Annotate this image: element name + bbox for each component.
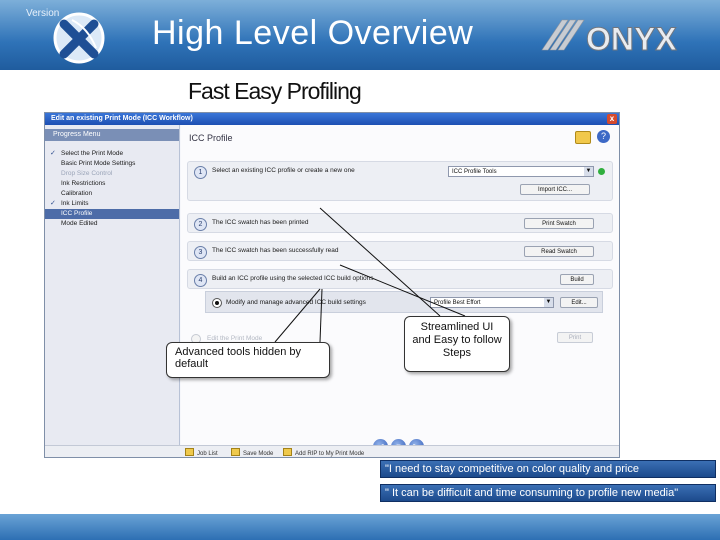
save-icon [231,448,240,456]
sidebar-item-drop-size[interactable]: Drop Size Control [45,169,179,179]
progress-menu-heading: Progress Menu [45,129,179,141]
callout-advanced-tools: Advanced tools hidden by default [166,342,330,378]
slide-title: High Level Overview [152,14,474,52]
callout-streamlined-ui: Streamlined UI and Easy to follow Steps [404,316,510,372]
slide-header: Version High Level Overview ONYX [0,0,720,70]
panel-title: ICC Profile [189,133,233,143]
sidebar-item-select-print-mode[interactable]: ✓ Select the Print Mode [45,149,179,159]
icc-profile-panel: ICC Profile ? 1 Select an existing ICC p… [181,125,619,457]
sidebar-item-icc-profile[interactable]: ICC Profile [45,209,179,219]
step-text: Build an ICC profile using the selected … [212,275,374,282]
step-number: 2 [194,218,207,231]
sidebar-item-calibration[interactable]: Calibration [45,189,179,199]
edit-mode-text: Edit the Print Mode [207,335,263,342]
help-icon[interactable]: ? [597,130,610,143]
import-icc-button[interactable]: Import ICC... [520,184,590,195]
build-button[interactable]: Build [560,274,594,285]
sidebar-item-basic-settings[interactable]: Basic Print Mode Settings [45,159,179,169]
advanced-settings-text: Modify and manage advanced ICC build set… [226,299,366,306]
sidebar-item-ink-restrictions[interactable]: Ink Restrictions [45,179,179,189]
edit-button[interactable]: Edit... [560,297,598,308]
onyx-logo: ONYX [541,19,678,58]
quote-bar-time-consuming: " It can be difficult and time consuming… [380,484,716,502]
app-window: Edit an existing Print Mode (ICC Workflo… [44,112,620,458]
advanced-radio[interactable] [212,298,222,308]
rip-icon [283,448,292,456]
quote-bar-competitive: "I need to stay competitive on color qua… [380,460,716,478]
step-number: 4 [194,274,207,287]
onyx-brand-text: ONYX [586,21,677,57]
window-title: Edit an existing Print Mode (ICC Workflo… [51,115,193,122]
progress-menu: Progress Menu ✓ Select the Print Mode Bas… [45,125,180,457]
check-icon: ✓ [50,200,56,207]
step-text: The ICC swatch has been successfully rea… [212,247,339,254]
chevron-down-icon: ▼ [544,298,553,307]
advanced-settings-row: Modify and manage advanced ICC build set… [205,291,603,313]
chevron-down-icon: ▼ [584,167,593,176]
build-option-dropdown[interactable]: Profile Best Effort ▼ [430,297,554,308]
save-mode-link[interactable]: Save Mode [231,448,273,457]
step-4: 4 Build an ICC profile using the selecte… [187,269,613,289]
close-icon[interactable]: x [607,114,617,124]
step-number: 1 [194,166,207,179]
step-2: 2 The ICC swatch has been printed Print … [187,213,613,233]
step-text: Select an existing ICC profile or create… [212,167,355,174]
sidebar-item-mode-edited[interactable]: Mode Edited [45,219,179,229]
icc-tools-dropdown[interactable]: ICC Profile Tools ▼ [448,166,594,177]
folder-icon [185,448,194,456]
print-button[interactable]: Print [557,332,593,343]
folder-icon[interactable] [575,131,591,144]
status-ok-icon [598,168,605,175]
slide-subtitle: Fast Easy Profiling [188,78,362,104]
window-titlebar: Edit an existing Print Mode (ICC Workflo… [45,113,619,125]
step-3: 3 The ICC swatch has been successfully r… [187,241,613,261]
add-rip-link[interactable]: Add RIP to My Print Mode [283,448,364,457]
job-list-link[interactable]: Job List [185,448,218,457]
check-icon: ✓ [50,150,56,157]
print-swatch-button[interactable]: Print Swatch [524,218,594,229]
step-1: 1 Select an existing ICC profile or crea… [187,161,613,201]
bottom-toolbar: Job List Save Mode Add RIP to My Print M… [45,445,619,457]
x-logo-icon [53,12,105,64]
sidebar-item-ink-limits[interactable]: ✓ Ink Limits [45,199,179,209]
read-swatch-button[interactable]: Read Swatch [524,246,594,257]
step-text: The ICC swatch has been printed [212,219,309,226]
step-number: 3 [194,246,207,259]
slide-footer [0,514,720,540]
